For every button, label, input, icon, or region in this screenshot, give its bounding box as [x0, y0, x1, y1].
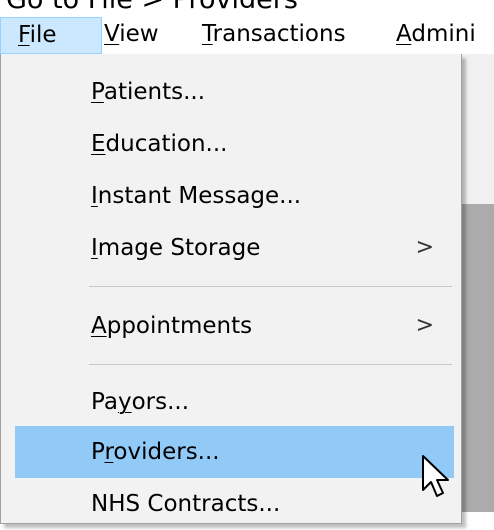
- menu-transactions[interactable]: Transactions: [202, 17, 346, 54]
- menu-transactions-mnemonic: T: [202, 21, 213, 47]
- menu-file-mnemonic: F: [18, 22, 30, 48]
- menu-item-payors[interactable]: Payors...: [15, 376, 454, 428]
- menu-item-appointments-label: Appointments: [91, 313, 253, 339]
- menu-view-mnemonic: V: [104, 21, 120, 47]
- chevron-right-icon: >: [415, 313, 434, 338]
- mouse-pointer-icon: [422, 455, 449, 497]
- file-menu-dropdown: Patients... Education... Instant Message…: [0, 54, 462, 524]
- menu-administration-mnemonic: A: [396, 21, 412, 47]
- menu-item-providers[interactable]: Providers...: [15, 426, 454, 478]
- menu-separator: [89, 286, 452, 287]
- menu-item-image-storage-label: Image Storage: [91, 235, 261, 261]
- menu-item-patients-label: Patients...: [91, 79, 206, 105]
- menu-separator: [89, 364, 452, 365]
- menu-view-label: iew: [119, 21, 159, 47]
- menu-administration-label: dmini: [411, 21, 476, 47]
- menu-item-patients[interactable]: Patients...: [15, 66, 454, 118]
- menu-administration[interactable]: Admini: [396, 17, 476, 54]
- menu-item-education[interactable]: Education...: [15, 118, 454, 170]
- menu-item-providers-label: Providers...: [91, 439, 220, 465]
- menu-item-instant-message[interactable]: Instant Message...: [15, 170, 454, 222]
- menu-item-appointments[interactable]: Appointments >: [15, 300, 454, 352]
- menu-item-instant-message-label: Instant Message...: [91, 183, 302, 209]
- menu-item-nhs-contracts-label: NHS Contracts...: [91, 491, 281, 517]
- menu-item-image-storage[interactable]: Image Storage >: [15, 222, 454, 274]
- chevron-right-icon: >: [415, 235, 434, 260]
- instruction-caption: Go to File > Providers: [6, 0, 298, 17]
- menu-item-payors-label: Payors...: [91, 389, 190, 415]
- menu-bar: File View Transactions Admini: [0, 17, 494, 54]
- menu-view[interactable]: View: [104, 17, 159, 54]
- menu-file-label: ile: [29, 22, 57, 48]
- menu-item-education-label: Education...: [91, 131, 228, 157]
- menu-transactions-label: ransactions: [212, 21, 346, 47]
- menu-item-nhs-contracts[interactable]: NHS Contracts...: [15, 478, 454, 530]
- menu-file[interactable]: File: [0, 17, 102, 54]
